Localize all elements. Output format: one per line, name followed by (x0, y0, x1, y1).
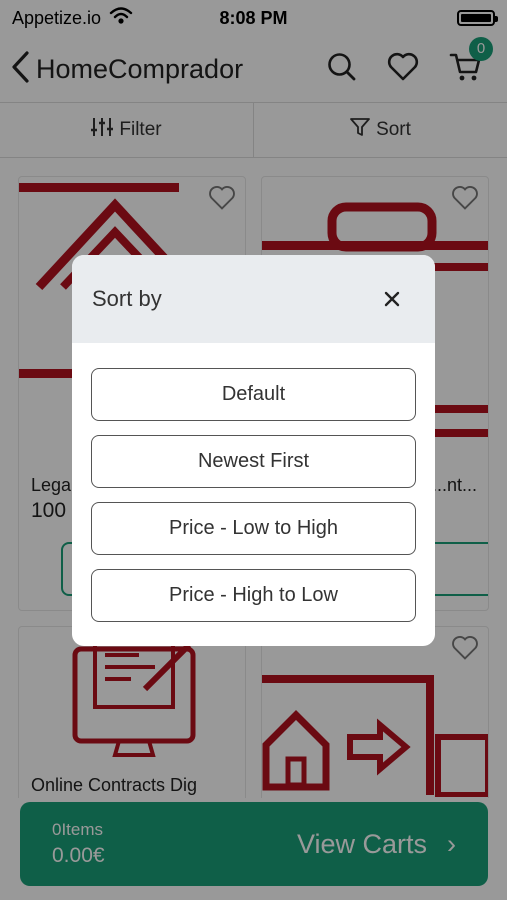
close-icon[interactable] (381, 288, 403, 310)
sort-option-default[interactable]: Default (91, 368, 416, 421)
sort-option-price-high-to-low[interactable]: Price - High to Low (91, 569, 416, 622)
sort-option-newest-first[interactable]: Newest First (91, 435, 416, 488)
sort-modal: Sort by Default Newest First Price - Low… (72, 255, 435, 646)
modal-header: Sort by (72, 255, 435, 343)
sort-options: Default Newest First Price - Low to High… (72, 343, 435, 622)
modal-title: Sort by (92, 286, 162, 311)
sort-option-price-low-to-high[interactable]: Price - Low to High (91, 502, 416, 555)
